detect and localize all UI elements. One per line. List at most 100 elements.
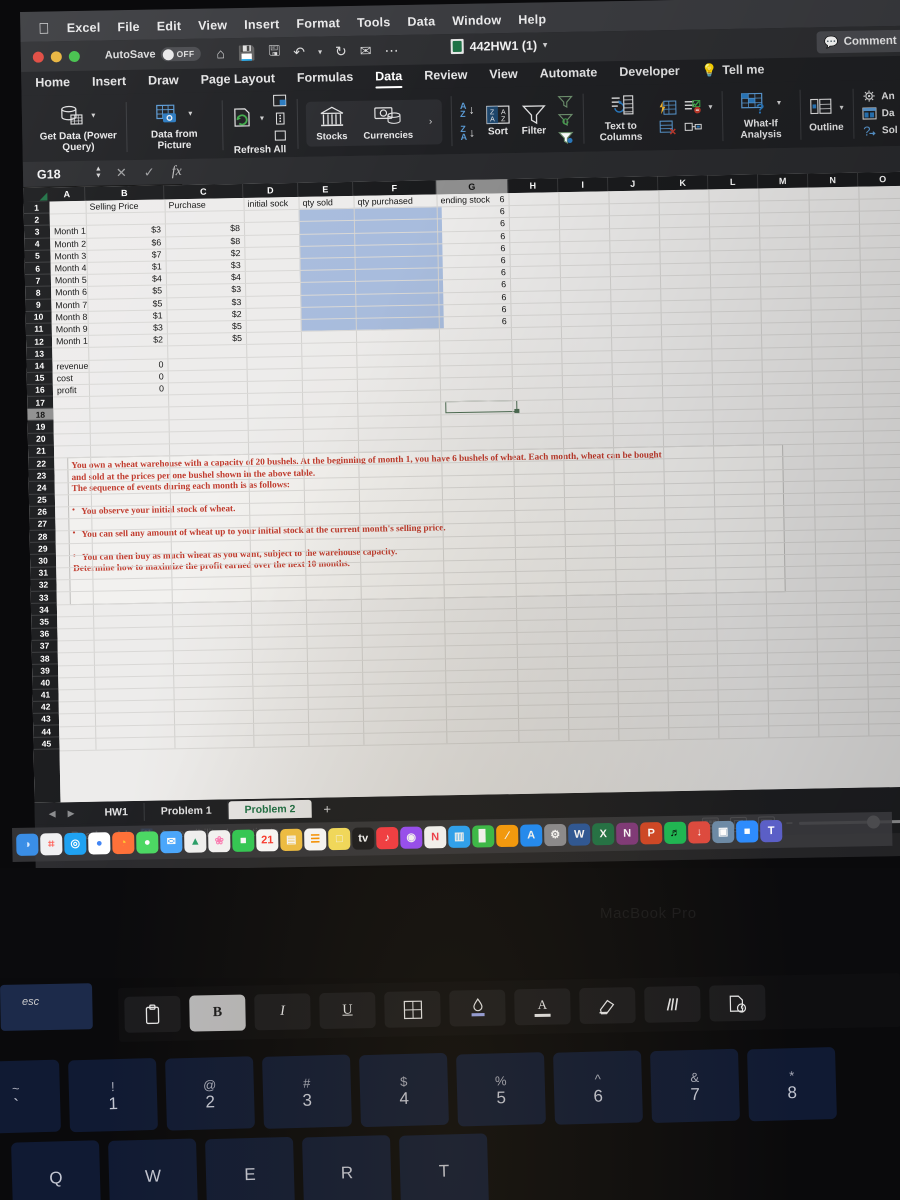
key-7[interactable]: & 7 xyxy=(649,1048,740,1123)
row-header-21[interactable]: 21 xyxy=(27,445,55,458)
row-header-14[interactable]: 14 xyxy=(26,359,53,373)
dock-item-music[interactable]: ♪ xyxy=(376,826,399,850)
cell-a10[interactable]: Month 8 xyxy=(51,311,88,324)
home-icon[interactable]: ⌂ xyxy=(216,45,225,61)
menu-file[interactable]: File xyxy=(117,20,140,34)
undo-icon[interactable]: ↶ xyxy=(293,43,305,60)
menu-edit[interactable]: Edit xyxy=(157,19,182,33)
dock-item-zoom[interactable]: ■ xyxy=(735,820,759,843)
dock-item-safari[interactable]: ◎ xyxy=(64,832,87,856)
close-window-button[interactable] xyxy=(32,51,44,63)
row-header-5[interactable]: 5 xyxy=(24,250,51,263)
tab-developer[interactable]: Developer xyxy=(619,64,680,81)
cell-a4[interactable]: Month 2 xyxy=(50,237,86,250)
cell-a7[interactable]: Month 5 xyxy=(51,274,87,287)
tab-formulas[interactable]: Formulas xyxy=(297,70,354,87)
dock-item-teams[interactable]: T xyxy=(759,819,783,843)
key-8[interactable]: * 8 xyxy=(746,1046,837,1122)
fill-color-icon[interactable] xyxy=(449,989,506,1027)
dock-item-mail[interactable]: ✉ xyxy=(160,830,183,854)
sort-button[interactable]: Z A A Z Sort xyxy=(484,104,511,137)
column-header-a[interactable]: A xyxy=(49,186,86,202)
column-header-l[interactable]: L xyxy=(708,174,759,190)
tab-insert[interactable]: Insert xyxy=(92,74,126,91)
column-header-f[interactable]: F xyxy=(353,180,437,196)
flash-fill-icon[interactable] xyxy=(658,99,677,115)
column-header-i[interactable]: I xyxy=(558,177,609,193)
add-sheet-button[interactable]: + xyxy=(311,801,343,817)
forecast-group[interactable]: ? ▾ What-If Analysis xyxy=(721,82,800,149)
tab-page-layout[interactable]: Page Layout xyxy=(201,71,276,88)
dock-item-word[interactable]: W xyxy=(568,823,591,846)
name-box-stepper[interactable]: ▲ ▼ xyxy=(95,166,102,180)
row-header-27[interactable]: 27 xyxy=(29,518,56,531)
column-header-b[interactable]: B xyxy=(85,185,165,201)
redo-icon[interactable]: ↻ xyxy=(335,43,347,60)
row-header-1[interactable]: 1 xyxy=(23,201,50,215)
tab-home[interactable]: Home xyxy=(35,75,70,92)
dock-item-facetime[interactable]: ■ xyxy=(232,829,255,852)
sheet-tab-problem-1[interactable]: Problem 1 xyxy=(144,801,229,821)
currencies-button[interactable]: Currencies xyxy=(363,103,413,141)
row-header-15[interactable]: 15 xyxy=(26,372,53,385)
row-header-7[interactable]: 7 xyxy=(24,274,52,288)
header-cell-b1[interactable]: Selling Price xyxy=(85,199,164,213)
row-header-36[interactable]: 36 xyxy=(31,627,58,641)
get-data-chevron-down-icon[interactable]: ▾ xyxy=(91,111,95,120)
dock-item-firefox[interactable]: ◔ xyxy=(112,831,135,855)
next-sheet-icon[interactable]: ▶ xyxy=(68,808,75,819)
what-if-chevron-down-icon[interactable]: ▾ xyxy=(777,98,781,107)
data-validation-icon[interactable] xyxy=(683,99,701,114)
dock-item-freeform[interactable]: □ xyxy=(328,827,351,851)
row-header-20[interactable]: 20 xyxy=(27,433,54,446)
dock-item-messages[interactable]: ● xyxy=(136,831,159,854)
dock-item-numbers[interactable]: ▊ xyxy=(472,825,495,848)
cell-a15[interactable]: cost xyxy=(53,372,89,385)
dock-item-reminders[interactable]: ☰ xyxy=(304,828,327,851)
key-1[interactable]: ! 1 xyxy=(68,1058,159,1133)
row-header-10[interactable]: 10 xyxy=(25,311,52,324)
key-`[interactable]: ~ ` xyxy=(0,1059,62,1135)
key-q[interactable]: Q xyxy=(11,1140,102,1200)
menu-help[interactable]: Help xyxy=(518,12,546,27)
header-cell-e1[interactable]: qty sold xyxy=(298,196,353,209)
row-header-2[interactable]: 2 xyxy=(23,213,50,227)
row-header-18[interactable]: 18 xyxy=(27,408,54,422)
underline-button[interactable]: U xyxy=(319,992,376,1030)
menu-data[interactable]: Data xyxy=(407,14,435,29)
tell-me-button[interactable]: 💡 Tell me xyxy=(702,62,765,80)
relationships-icon[interactable] xyxy=(684,119,702,134)
fx-icon[interactable]: fx xyxy=(172,164,182,180)
row-header-24[interactable]: 24 xyxy=(28,481,55,495)
solver-button[interactable]: ? Sol xyxy=(862,123,898,137)
cell-a12[interactable]: Month 10 xyxy=(52,335,88,348)
dock-item-apple-tv[interactable]: tv xyxy=(352,827,375,850)
data-types-expand-icon[interactable]: › xyxy=(429,116,433,127)
row-header-6[interactable]: 6 xyxy=(24,262,51,276)
dock-item-keynote[interactable]: ▥ xyxy=(448,825,471,849)
menu-tools[interactable]: Tools xyxy=(357,15,391,30)
edit-links-icon[interactable] xyxy=(273,111,288,125)
more-icon[interactable]: ⋯ xyxy=(384,42,398,59)
cell-c12[interactable]: $5 xyxy=(167,332,246,346)
document-chevron-down-icon[interactable]: ▾ xyxy=(543,40,547,49)
column-header-e[interactable]: E xyxy=(298,181,354,197)
key-5[interactable]: % 5 xyxy=(456,1051,546,1127)
header-cell-d1[interactable]: initial sock xyxy=(243,197,298,210)
paste-icon[interactable] xyxy=(124,995,181,1033)
row-header-16[interactable]: 16 xyxy=(26,384,54,397)
advanced-filter-icon[interactable] xyxy=(557,130,574,144)
row-header-30[interactable]: 30 xyxy=(29,554,57,568)
row-header-19[interactable]: 19 xyxy=(27,420,54,434)
select-all-corner[interactable] xyxy=(23,187,50,202)
italic-button[interactable]: I xyxy=(254,993,311,1031)
cell-g11[interactable]: 6 xyxy=(439,315,511,329)
clear-filter-icon[interactable] xyxy=(556,94,573,108)
workbook-connections-icon[interactable] xyxy=(273,129,288,141)
column-header-n[interactable]: N xyxy=(808,172,859,188)
key-2[interactable]: @2 xyxy=(165,1056,256,1131)
borders-icon[interactable] xyxy=(384,990,441,1028)
row-header-31[interactable]: 31 xyxy=(30,567,57,580)
mail-icon[interactable]: ✉ xyxy=(360,42,372,59)
row-header-3[interactable]: 3 xyxy=(23,225,51,239)
